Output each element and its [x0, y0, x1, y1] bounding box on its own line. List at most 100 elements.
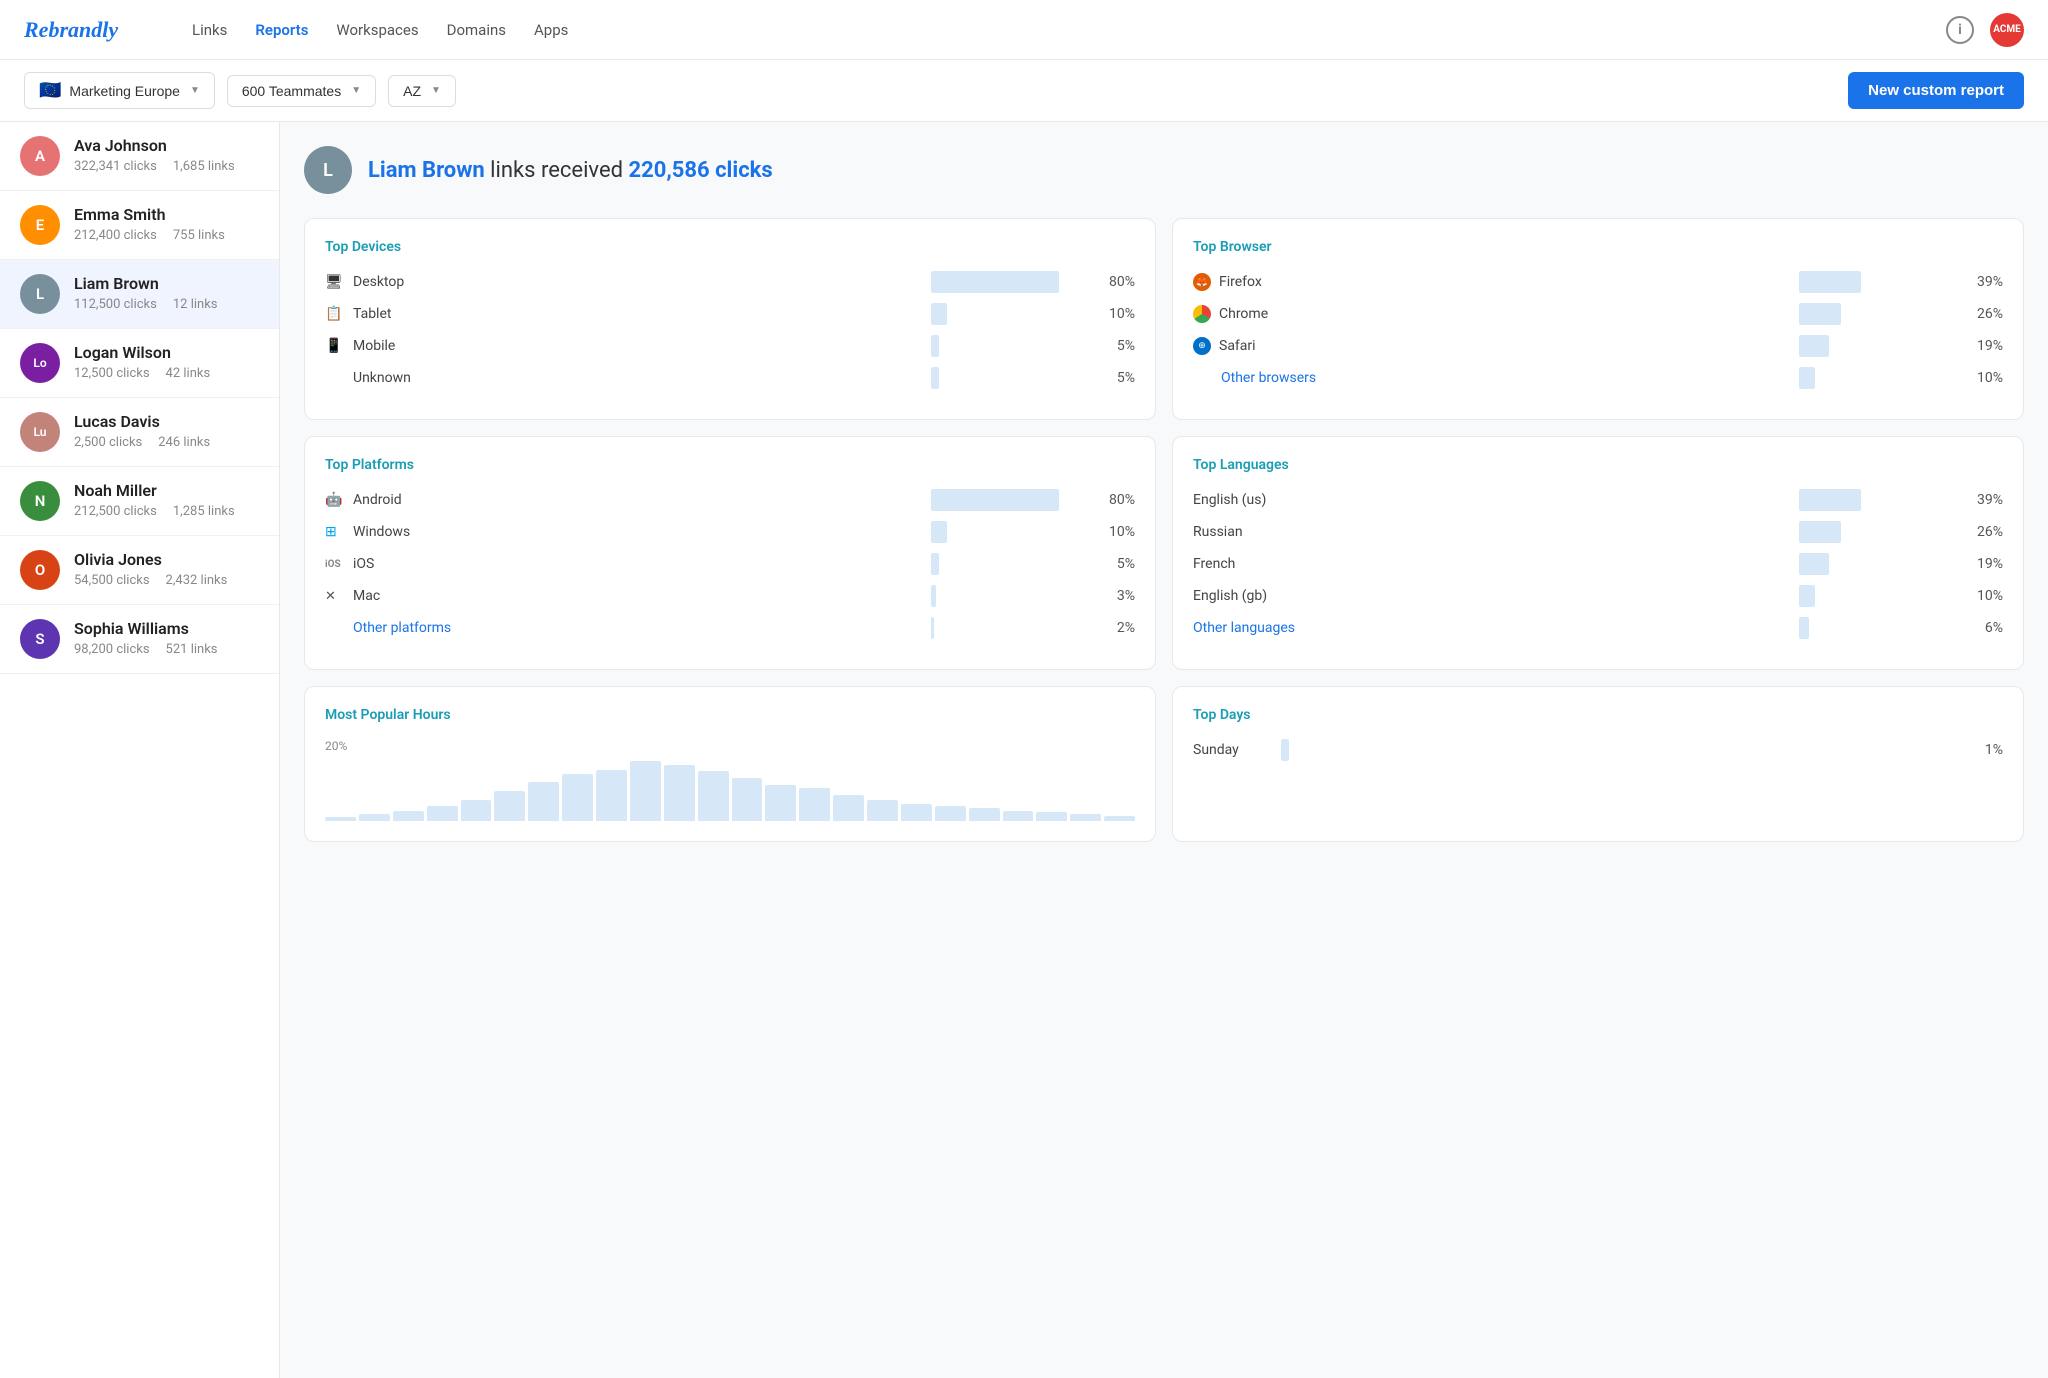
list-item[interactable]: S Sophia Williams 98,200 clicks 521 link…: [0, 605, 279, 674]
stat-bar: [1799, 521, 1959, 543]
card-title: Top Days: [1193, 707, 2003, 723]
bar-fill: [1799, 553, 1829, 575]
navbar-right: i ACME: [1946, 13, 2024, 47]
stat-bar: [931, 521, 1091, 543]
stat-row: Other browsers 10%: [1193, 367, 2003, 389]
nav-reports[interactable]: Reports: [255, 21, 308, 39]
stat-label: iOS: [353, 556, 923, 572]
popular-hours-card: Most Popular Hours 20%: [304, 686, 1156, 842]
hour-bar: [1070, 814, 1101, 821]
right-panel: L Liam Brown links received 220,586 clic…: [280, 122, 2048, 1378]
day-label: Sunday: [1193, 742, 1273, 758]
user-avatar-badge[interactable]: ACME: [1990, 13, 2024, 47]
top-platforms-card: Top Platforms 🤖 Android 80% ⊞ Windows 10…: [304, 436, 1156, 670]
bar-fill: [1799, 303, 1841, 325]
bar-fill: [1799, 617, 1809, 639]
teammates-filter[interactable]: 600 Teammates ▼: [227, 75, 376, 107]
user-clicks: 212,400 clicks: [74, 228, 157, 243]
hour-bar: [935, 806, 966, 821]
card-title: Most Popular Hours: [325, 707, 1135, 723]
bar-fill: [1799, 521, 1841, 543]
navbar: Rebrandly Links Reports Workspaces Domai…: [0, 0, 2048, 60]
stat-row: English (us) 39%: [1193, 489, 2003, 511]
list-item[interactable]: O Olivia Jones 54,500 clicks 2,432 links: [0, 536, 279, 605]
stat-pct: 80%: [1099, 274, 1135, 290]
list-item[interactable]: A Ava Johnson 322,341 clicks 1,685 links: [0, 122, 279, 191]
nav-apps[interactable]: Apps: [534, 21, 568, 39]
hour-bar: [630, 761, 661, 821]
hour-bar: [698, 771, 729, 821]
stat-label: English (us): [1193, 492, 1791, 508]
top-browser-card: Top Browser 🦊 Firefox 39% Chrome 26%: [1172, 218, 2024, 420]
stat-label: Tablet: [353, 306, 923, 322]
user-links: 1,685 links: [173, 159, 235, 174]
user-clicks: 2,500 clicks: [74, 435, 142, 450]
hour-bar: [494, 791, 525, 821]
nav-links[interactable]: Links: [192, 21, 227, 39]
stat-bar: [1281, 739, 1441, 761]
bar-fill: [931, 521, 947, 543]
list-item[interactable]: Lo Logan Wilson 12,500 clicks 42 links: [0, 329, 279, 398]
workspace-filter[interactable]: 🇪🇺 Marketing Europe ▼: [24, 72, 215, 109]
nav-domains[interactable]: Domains: [447, 21, 506, 39]
stat-label: Unknown: [353, 370, 923, 386]
selected-avatar: L: [304, 146, 352, 194]
other-platforms-label[interactable]: Other platforms: [353, 620, 923, 636]
stat-bar: [1799, 335, 1959, 357]
info-icon[interactable]: i: [1946, 16, 1974, 44]
top-languages-card: Top Languages English (us) 39% Russian 2…: [1172, 436, 2024, 670]
stat-bar: [931, 367, 1091, 389]
user-links: 755 links: [173, 228, 225, 243]
user-name: Emma Smith: [74, 205, 259, 224]
other-browsers-label[interactable]: Other browsers: [1221, 370, 1791, 386]
stat-label: Mobile: [353, 338, 923, 354]
az-filter[interactable]: AZ ▼: [388, 75, 456, 107]
new-custom-report-button[interactable]: New custom report: [1848, 72, 2024, 109]
workspace-label: Marketing Europe: [69, 83, 180, 99]
bar-fill: [931, 585, 936, 607]
user-name: Ava Johnson: [74, 136, 259, 155]
user-clicks: 212,500 clicks: [74, 504, 157, 519]
ios-icon: iOS: [325, 559, 345, 570]
stat-pct: 19%: [1967, 338, 2003, 354]
user-stats: 212,500 clicks 1,285 links: [74, 504, 259, 519]
stat-pct: 2%: [1099, 620, 1135, 636]
list-item[interactable]: Lu Lucas Davis 2,500 clicks 246 links: [0, 398, 279, 467]
card-title: Top Devices: [325, 239, 1135, 255]
hour-bar: [901, 804, 932, 821]
main-layout: A Ava Johnson 322,341 clicks 1,685 links…: [0, 122, 2048, 1378]
bar-fill: [1799, 367, 1815, 389]
nav-workspaces[interactable]: Workspaces: [336, 21, 418, 39]
hour-bar: [765, 785, 796, 821]
user-stats: 322,341 clicks 1,685 links: [74, 159, 259, 174]
avatar: N: [20, 481, 60, 521]
stat-row: ⊕ Safari 19%: [1193, 335, 2003, 357]
stat-row: 🖥 Desktop 80%: [325, 271, 1135, 293]
logo[interactable]: Rebrandly: [24, 17, 144, 43]
bar-fill: [1799, 489, 1861, 511]
stat-label: Russian: [1193, 524, 1791, 540]
selected-title: Liam Brown links received 220,586 clicks: [368, 158, 773, 183]
list-item[interactable]: N Noah Miller 212,500 clicks 1,285 links: [0, 467, 279, 536]
hour-bar: [427, 806, 458, 821]
avatar: O: [20, 550, 60, 590]
bar-fill: [931, 367, 939, 389]
chevron-down-icon: ▼: [190, 85, 200, 96]
user-clicks: 112,500 clicks: [74, 297, 157, 312]
stat-row: ⊞ Windows 10%: [325, 521, 1135, 543]
stat-row: ✕ Mac 3%: [325, 585, 1135, 607]
desktop-icon: 🖥: [325, 274, 345, 290]
workspace-flag: 🇪🇺: [39, 80, 61, 101]
hour-bar: [664, 765, 695, 821]
stat-pct: 10%: [1099, 306, 1135, 322]
list-item[interactable]: E Emma Smith 212,400 clicks 755 links: [0, 191, 279, 260]
tablet-icon: 📋: [325, 306, 345, 322]
stat-bar: [931, 335, 1091, 357]
other-languages-label[interactable]: Other languages: [1193, 620, 1791, 636]
user-stats: 54,500 clicks 2,432 links: [74, 573, 259, 588]
stat-label: Firefox: [1219, 274, 1791, 290]
card-title: Top Languages: [1193, 457, 2003, 473]
stat-row: 🤖 Android 80%: [325, 489, 1135, 511]
list-item[interactable]: L Liam Brown 112,500 clicks 12 links: [0, 260, 279, 329]
stat-row: iOS iOS 5%: [325, 553, 1135, 575]
